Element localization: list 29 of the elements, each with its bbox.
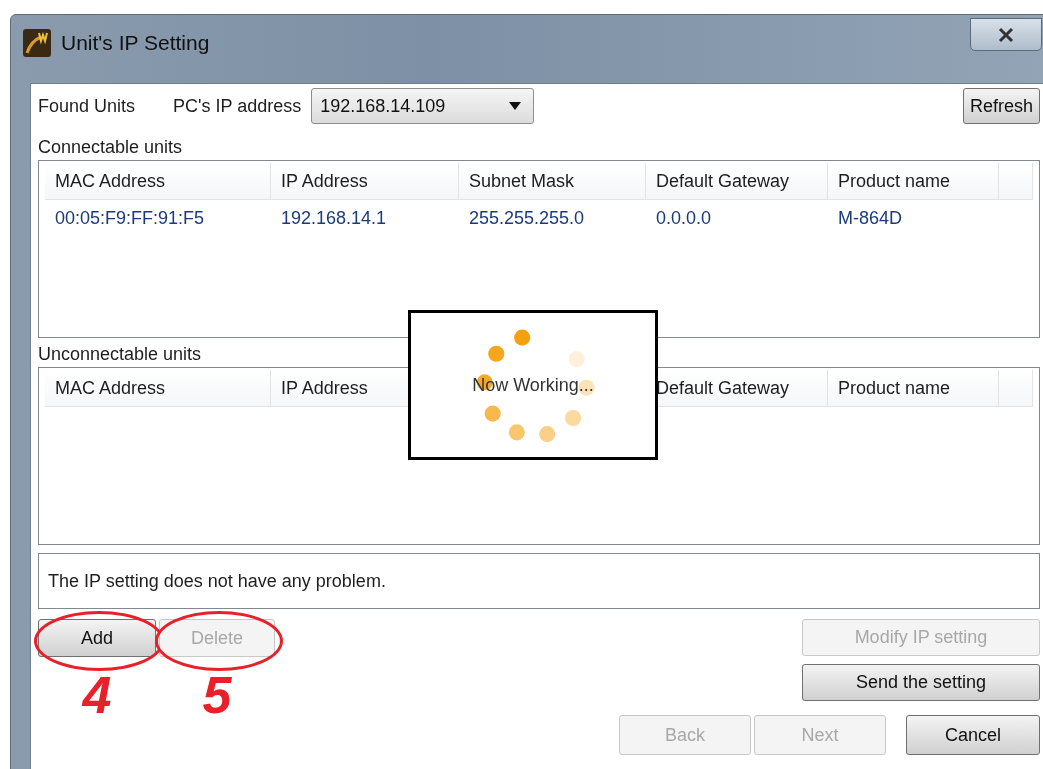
window-title: Unit's IP Setting	[61, 31, 210, 55]
close-button[interactable]	[970, 18, 1042, 51]
refresh-button[interactable]: Refresh	[963, 88, 1040, 124]
status-message: The IP setting does not have any problem.	[38, 553, 1040, 609]
table-cell-text: 00:05:F9:FF:91:F5	[54, 207, 206, 230]
table-cell-text: 192.168.14.1	[280, 207, 388, 230]
pc-ip-label: PC's IP address	[173, 95, 302, 117]
close-icon	[997, 26, 1015, 43]
callout-number: 5	[202, 669, 232, 721]
setting-button[interactable]: Send the setting	[802, 664, 1040, 701]
section-label: Connectable units	[38, 137, 184, 158]
column-header: Product name	[828, 163, 999, 199]
column-header: MAC Address	[45, 163, 271, 199]
dropdown-caret-icon	[509, 102, 522, 110]
column-header: Subnet Mask	[459, 163, 646, 199]
found-units-label: Found Units	[38, 95, 136, 117]
add-button[interactable]: Add	[38, 619, 156, 657]
table-cell-text: 0.0.0.0	[655, 207, 713, 230]
nav-button[interactable]: Cancel	[906, 715, 1040, 755]
column-header: Product name	[828, 370, 999, 406]
column-header: IP Address	[271, 163, 459, 199]
callout-number: 4	[82, 669, 112, 721]
ip-address-dropdown[interactable]: 192.168.14.109	[311, 88, 535, 124]
app-logo-icon	[23, 29, 51, 57]
column-header: MAC Address	[45, 370, 271, 406]
column-header: Default Gateway	[646, 163, 828, 199]
table-cell-text: M-864D	[837, 207, 904, 230]
table-cell-text: 255.255.255.0	[468, 207, 586, 230]
section-label: Unconnectable units	[38, 344, 203, 365]
